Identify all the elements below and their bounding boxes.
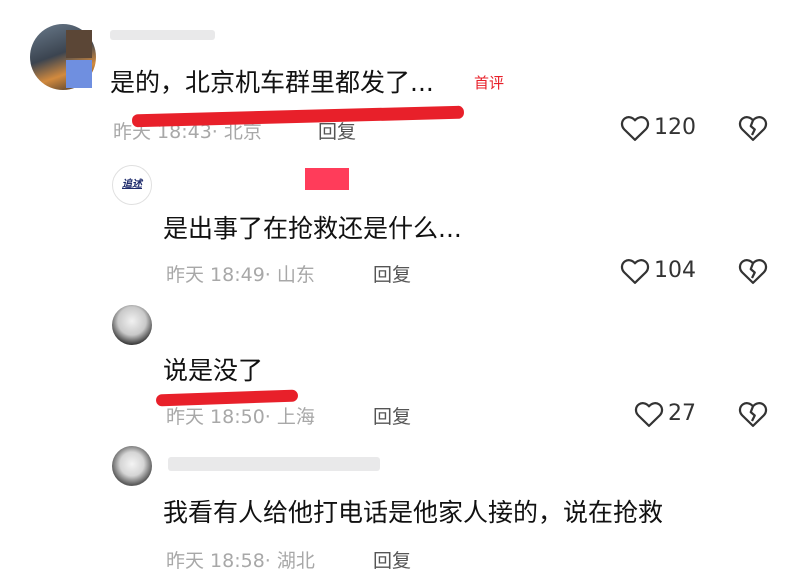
reply-button[interactable]: 回复	[373, 546, 411, 573]
meta-separator: ·	[264, 550, 271, 572]
redaction-stroke	[131, 105, 465, 128]
username-blurred	[110, 30, 215, 40]
reply-button[interactable]: 回复	[373, 260, 411, 287]
username-redaction	[305, 168, 349, 190]
comment-text: 说是没了	[163, 356, 264, 385]
comment-time: 昨天 18:50	[166, 406, 265, 428]
like-count: 120	[654, 115, 696, 140]
heart-outline-icon[interactable]	[620, 114, 650, 142]
comment-text: 是出事了在抢救还是什么...	[163, 214, 462, 243]
broken-heart-icon[interactable]	[738, 257, 768, 285]
like-count: 104	[654, 258, 696, 283]
first-comment-badge: 首评	[474, 74, 505, 92]
comment-time: 昨天 18:49	[166, 264, 265, 286]
comment-meta: 昨天 18:50· 上海	[166, 402, 315, 429]
broken-heart-icon[interactable]	[738, 400, 768, 428]
avatar[interactable]	[112, 305, 152, 345]
comment-text: 我看有人给他打电话是他家人接的，说在抢救	[163, 498, 664, 527]
username-blurred	[168, 457, 380, 471]
reply-button[interactable]: 回复	[373, 402, 411, 429]
meta-separator: ·	[264, 264, 271, 286]
comment-location: 湖北	[276, 550, 315, 572]
avatar[interactable]: 追述	[112, 165, 152, 205]
heart-outline-icon[interactable]	[634, 400, 664, 428]
comment-text: 是的，北京机车群里都发了...	[110, 68, 434, 97]
comment-location: 上海	[276, 406, 315, 428]
like-count: 27	[668, 401, 696, 426]
comment-meta: 昨天 18:58· 湖北	[166, 546, 315, 573]
avatar-logo-text: 追述	[122, 179, 142, 190]
comment-location: 山东	[276, 264, 315, 286]
avatar-badge	[66, 60, 92, 88]
comment-meta: 昨天 18:49· 山东	[166, 260, 315, 287]
comment-time: 昨天 18:58	[166, 550, 265, 572]
heart-outline-icon[interactable]	[620, 257, 650, 285]
broken-heart-icon[interactable]	[738, 114, 768, 142]
avatar[interactable]	[112, 446, 152, 486]
meta-separator: ·	[264, 406, 271, 428]
avatar-badge	[66, 30, 92, 58]
